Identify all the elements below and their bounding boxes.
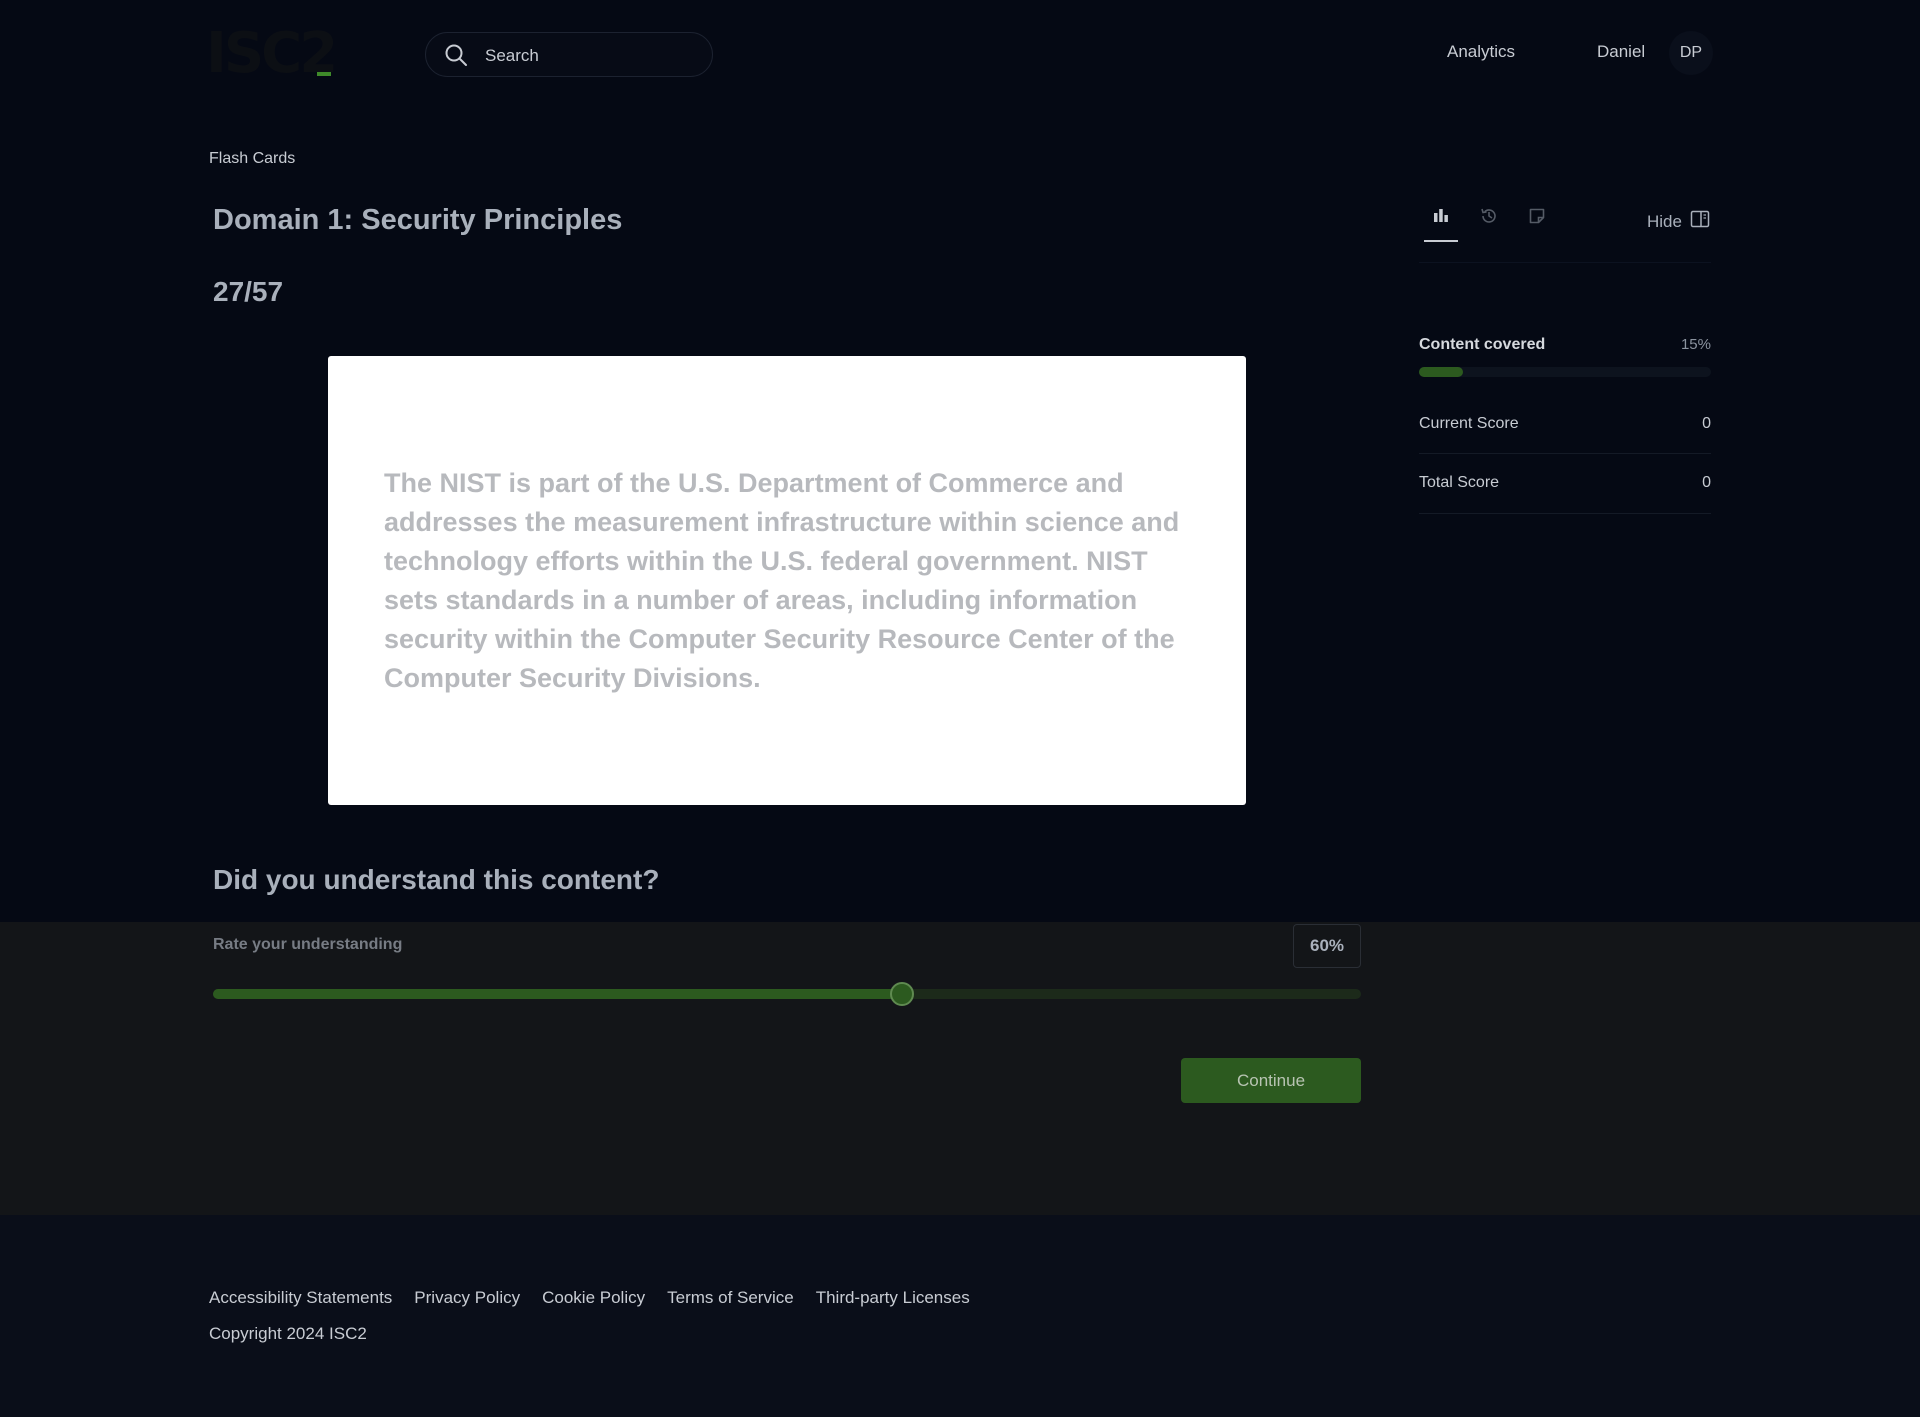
footer-link-cookie[interactable]: Cookie Policy xyxy=(542,1288,645,1308)
current-score-value: 0 xyxy=(1702,415,1711,432)
understanding-question: Did you understand this content? xyxy=(213,864,660,895)
footer-link-privacy[interactable]: Privacy Policy xyxy=(414,1288,520,1308)
rating-percent-field[interactable]: 60% xyxy=(1293,924,1361,968)
footer-link-licenses[interactable]: Third-party Licenses xyxy=(816,1288,970,1308)
page-title: Domain 1: Security Principles xyxy=(213,204,623,236)
footer-link-terms[interactable]: Terms of Service xyxy=(667,1288,794,1308)
total-score-label: Total Score xyxy=(1419,474,1500,491)
content-covered-progress xyxy=(1419,367,1711,377)
rating-section xyxy=(0,922,1920,1215)
side-panel-icon xyxy=(1690,210,1710,233)
logo-accent xyxy=(317,72,331,76)
hide-panel-label: Hide xyxy=(1647,211,1682,231)
divider xyxy=(1419,453,1711,454)
nav-analytics-link[interactable]: Analytics xyxy=(1447,42,1515,62)
avatar[interactable]: DP xyxy=(1669,31,1713,75)
divider xyxy=(1419,513,1711,514)
user-name[interactable]: Daniel xyxy=(1597,42,1645,62)
continue-button[interactable]: Continue xyxy=(1181,1058,1361,1103)
footer-link-accessibility[interactable]: Accessibility Statements xyxy=(209,1288,392,1308)
content-covered-progress-fill xyxy=(1419,367,1463,377)
footer: Accessibility Statements Privacy Policy … xyxy=(0,1215,1920,1417)
panel-separator xyxy=(1419,262,1711,263)
flash-card-text: The NIST is part of the U.S. Department … xyxy=(384,468,1180,693)
flash-card[interactable]: The NIST is part of the U.S. Department … xyxy=(328,356,1246,805)
search-icon xyxy=(444,43,468,67)
slider-thumb[interactable] xyxy=(889,982,914,1006)
breadcrumb[interactable]: Flash Cards xyxy=(209,150,295,168)
content-covered-label: Content covered xyxy=(1419,336,1546,353)
footer-links: Accessibility Statements Privacy Policy … xyxy=(209,1288,970,1308)
slider-fill xyxy=(213,989,902,999)
note-icon xyxy=(1527,206,1547,242)
tab-notes[interactable] xyxy=(1520,206,1554,242)
isc2-logo[interactable]: ISC2 xyxy=(206,26,338,82)
tab-history[interactable] xyxy=(1472,206,1506,242)
understanding-slider[interactable] xyxy=(213,989,1361,999)
hide-panel-button[interactable]: Hide xyxy=(1647,210,1710,233)
top-header: ISC2 Search Analytics Daniel DP xyxy=(0,0,1920,108)
search-input[interactable]: Search xyxy=(425,32,713,77)
copyright: Copyright 2024 ISC2 xyxy=(209,1324,367,1343)
current-score-label: Current Score xyxy=(1419,415,1519,432)
content-covered-value: 15% xyxy=(1680,336,1711,353)
tab-stats[interactable] xyxy=(1424,206,1458,242)
history-icon xyxy=(1479,206,1499,242)
bar-chart-icon xyxy=(1432,206,1450,240)
card-counter: 27/57 xyxy=(213,276,284,307)
rate-understanding-label: Rate your understanding xyxy=(213,936,403,953)
search-placeholder: Search xyxy=(485,46,539,65)
total-score-value: 0 xyxy=(1702,474,1711,491)
